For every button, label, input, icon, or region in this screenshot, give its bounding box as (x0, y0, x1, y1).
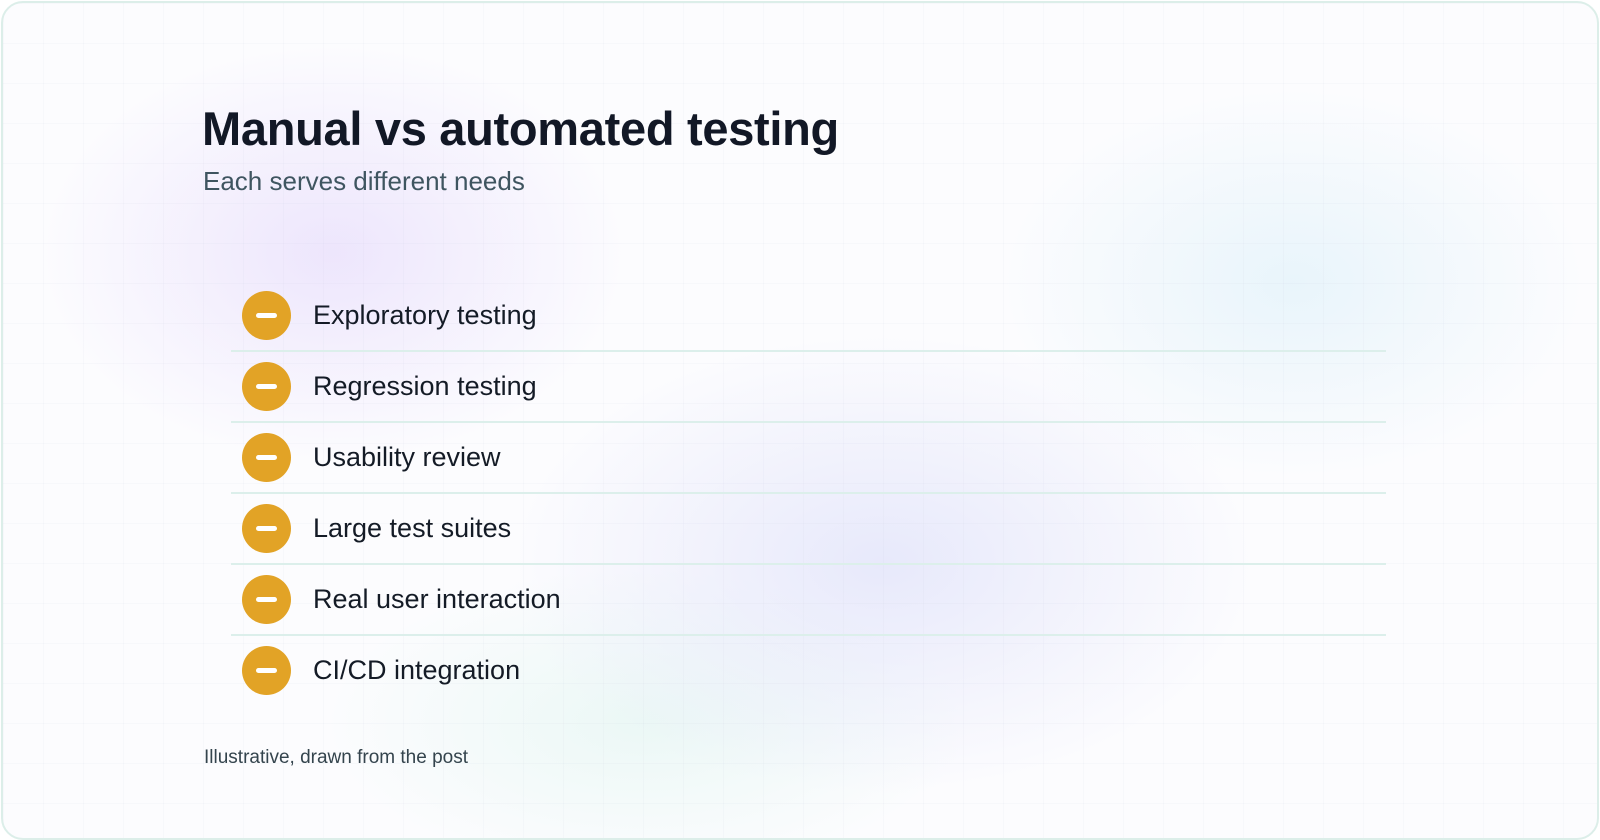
comparison-list: Exploratory testing Regression testing U… (231, 281, 1386, 707)
card: Manual vs automated testing Each serves … (1, 1, 1599, 840)
minus-circle-icon (242, 362, 291, 411)
list-item-label: Usability review (313, 442, 501, 472)
list-item: CI/CD integration (231, 636, 1386, 707)
list-item: Large test suites (231, 494, 1386, 565)
list-item: Exploratory testing (231, 281, 1386, 352)
list-item: Real user interaction (231, 565, 1386, 636)
list-item-label: Real user interaction (313, 584, 561, 614)
minus-circle-icon (242, 291, 291, 340)
list-item-label: Regression testing (313, 371, 537, 401)
minus-circle-icon (242, 504, 291, 553)
footnote: Illustrative, drawn from the post (204, 747, 468, 768)
list-item-label: CI/CD integration (313, 655, 521, 685)
page-title: Manual vs automated testing (202, 102, 839, 155)
list-item-label: Exploratory testing (313, 300, 537, 330)
page-subtitle: Each serves different needs (203, 166, 525, 196)
minus-circle-icon (242, 575, 291, 624)
minus-circle-icon (242, 433, 291, 482)
list-item-label: Large test suites (313, 513, 512, 543)
minus-circle-icon (242, 646, 291, 695)
list-item: Usability review (231, 423, 1386, 494)
list-item: Regression testing (231, 352, 1386, 423)
